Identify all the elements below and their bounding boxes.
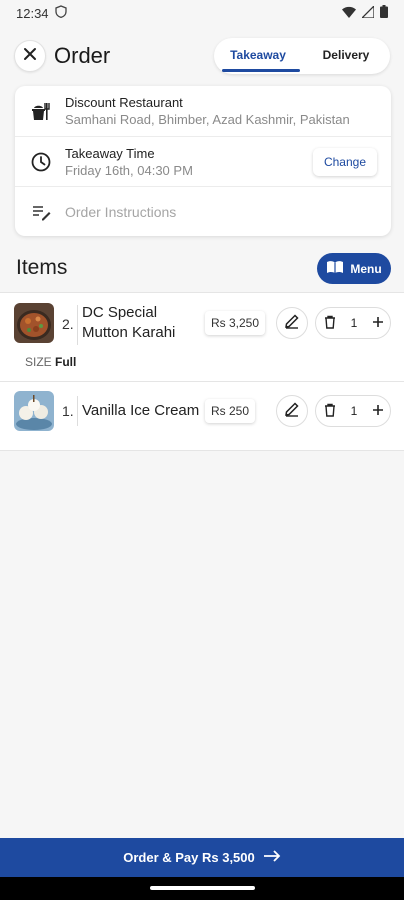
status-bar: 12:34 (0, 0, 404, 26)
wifi-icon (342, 6, 356, 21)
page-title: Order (54, 43, 111, 68)
menu-book-icon (326, 260, 344, 277)
battery-icon (380, 5, 388, 21)
takeaway-time-label: Takeaway Time (65, 145, 155, 161)
item-name: DC Special Mutton Karahi (82, 303, 175, 343)
item-name-line-2: Mutton Karahi (82, 324, 176, 341)
item-price: Rs 3,250 (205, 311, 266, 335)
signal-icon (360, 3, 375, 21)
edit-item-button[interactable] (276, 307, 308, 339)
item-name: Vanilla Ice Cream (82, 402, 200, 419)
quantity-value: 1 (350, 404, 358, 418)
quantity-stepper: 1 (315, 307, 391, 339)
pencil-icon (284, 401, 300, 422)
list-item: 1. Vanilla Ice Cream Rs 250 1 (0, 381, 404, 451)
quantity-value: 1 (350, 316, 358, 330)
item-size: SIZE Full (25, 355, 76, 369)
arrow-right-icon (263, 850, 281, 865)
order-instructions-input[interactable]: Order Instructions (65, 204, 176, 220)
change-time-button[interactable]: Change (313, 148, 377, 176)
item-thumbnail (14, 303, 54, 343)
item-price: Rs 250 (205, 399, 256, 423)
quantity-stepper: 1 (315, 395, 391, 427)
order-pay-button[interactable]: Order & Pay Rs 3,500 (0, 838, 404, 877)
tab-delivery[interactable]: Delivery (302, 38, 390, 74)
item-thumbnail (14, 391, 54, 431)
clock-icon (29, 150, 53, 174)
order-info-card: Discount Restaurant Samhani Road, Bhimbe… (15, 86, 391, 236)
item-name-line-1: DC Special (82, 304, 158, 321)
item-index: 1. (62, 403, 74, 419)
shield-icon (54, 5, 67, 21)
items-heading: Items (16, 256, 68, 279)
item-divider (77, 305, 78, 345)
order-instructions-row[interactable]: Order Instructions (15, 186, 391, 236)
list-item: 2. DC Special Mutton Karahi Rs 3,250 1 S… (0, 292, 404, 382)
tab-takeaway[interactable]: Takeaway (214, 38, 302, 74)
size-value: Full (55, 355, 77, 369)
trash-icon[interactable] (324, 315, 336, 332)
close-icon (23, 47, 37, 66)
notes-edit-icon (29, 200, 53, 224)
takeaway-time-value: Friday 16th, 04:30 PM (65, 162, 193, 178)
home-gesture-handle[interactable] (150, 886, 255, 890)
order-type-toggle: Takeaway Delivery (214, 38, 390, 74)
order-pay-label: Order & Pay Rs 3,500 (123, 850, 255, 865)
restaurant-row: Discount Restaurant Samhani Road, Bhimbe… (15, 86, 391, 136)
edit-item-button[interactable] (276, 395, 308, 427)
item-index: 2. (62, 316, 74, 332)
pencil-icon (284, 313, 300, 334)
takeaway-time-row: Takeaway Time Friday 16th, 04:30 PM Chan… (15, 136, 391, 186)
system-nav-bar (0, 877, 404, 900)
plus-icon[interactable] (372, 316, 384, 331)
menu-label: Menu (350, 261, 382, 276)
status-time: 12:34 (16, 5, 49, 21)
restaurant-name: Discount Restaurant (65, 95, 183, 110)
item-divider (77, 396, 78, 426)
restaurant-icon (29, 99, 53, 123)
plus-icon[interactable] (372, 404, 384, 419)
close-button[interactable] (14, 40, 46, 72)
header: Order Takeaway Delivery (14, 36, 390, 76)
menu-button[interactable]: Menu (317, 253, 391, 284)
size-label: SIZE (25, 355, 52, 369)
trash-icon[interactable] (324, 403, 336, 420)
restaurant-address: Samhani Road, Bhimber, Azad Kashmir, Pak… (65, 112, 350, 127)
